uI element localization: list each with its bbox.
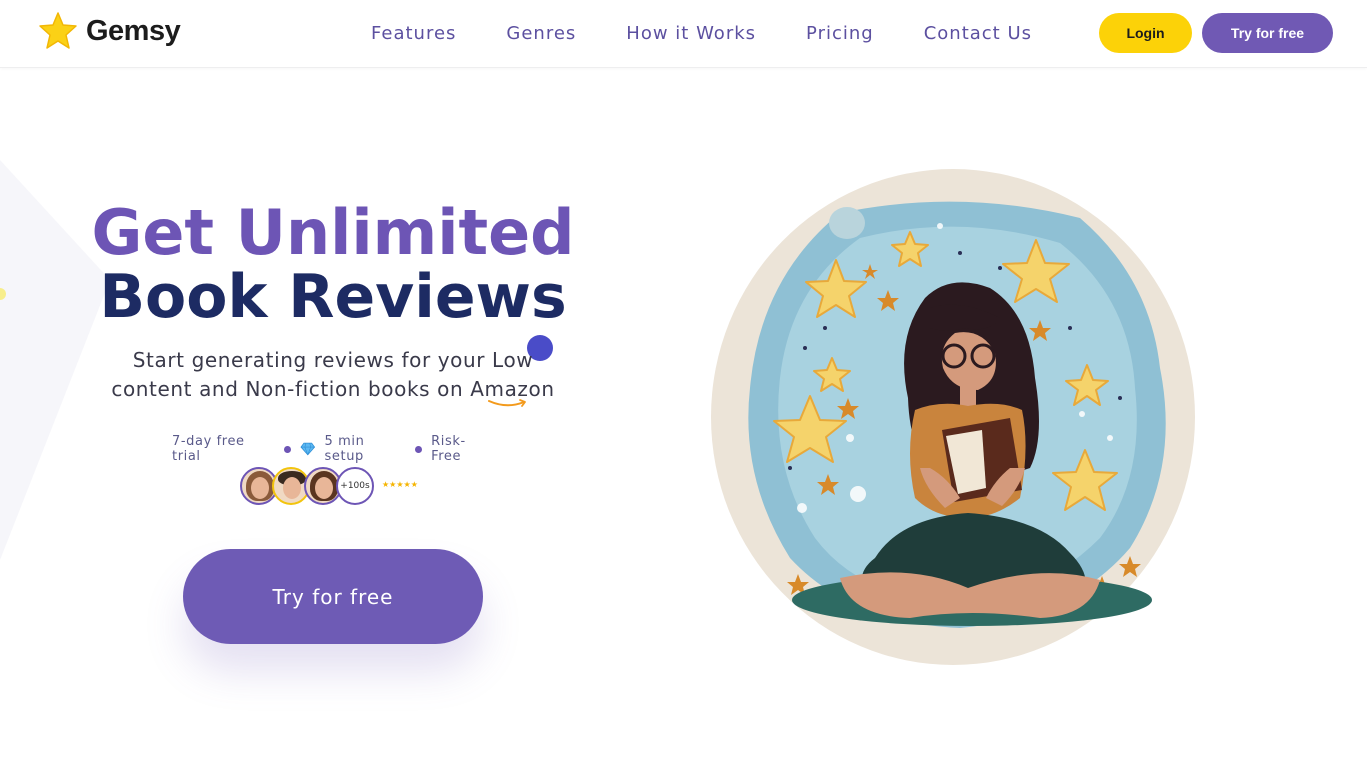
feature-badges: 7-day free trial 5 min setup Risk-Free xyxy=(172,434,494,464)
nav-genres[interactable]: Genres xyxy=(481,20,601,48)
diamond-icon xyxy=(300,442,316,456)
try-for-free-hero-button[interactable]: Try for free xyxy=(183,549,483,644)
login-button[interactable]: Login xyxy=(1099,13,1192,53)
hero-subtitle-line1: Start generating reviews for your Low xyxy=(132,348,534,372)
customer-avatars: +100s xyxy=(240,466,374,506)
nav-how-it-works[interactable]: How it Works xyxy=(601,20,781,48)
reading-woman-illustration xyxy=(711,169,1195,665)
brand-logo[interactable]: Gemsy xyxy=(38,11,181,51)
star-icon xyxy=(39,12,77,49)
brand-name: Gemsy xyxy=(86,14,181,47)
nav-contact-us[interactable]: Contact Us xyxy=(899,20,1057,48)
nav-pricing[interactable]: Pricing xyxy=(781,20,899,48)
customer-count-badge: +100s xyxy=(336,467,374,505)
rating-stars: ★★★★★ xyxy=(382,480,418,489)
try-for-free-header-button[interactable]: Try for free xyxy=(1202,13,1333,53)
nav-features[interactable]: Features xyxy=(346,20,481,48)
hero-title-line2: Book Reviews xyxy=(99,262,567,332)
badge-risk-free: Risk-Free xyxy=(431,434,466,464)
hero-title-line1: Get Unlimited xyxy=(91,196,575,269)
badge-free-trial: 7-day free trial xyxy=(172,434,245,464)
separator-dot xyxy=(415,445,423,453)
main-nav: Features Genres How it Works Pricing Con… xyxy=(346,20,1057,48)
site-header: Gemsy Features Genres How it Works Prici… xyxy=(0,0,1367,68)
hero-subtitle: Start generating reviews for your Low co… xyxy=(90,346,576,404)
amazon-smile-icon xyxy=(488,399,526,407)
badge-setup: 5 min setup xyxy=(324,434,365,464)
separator-dot xyxy=(284,445,291,453)
